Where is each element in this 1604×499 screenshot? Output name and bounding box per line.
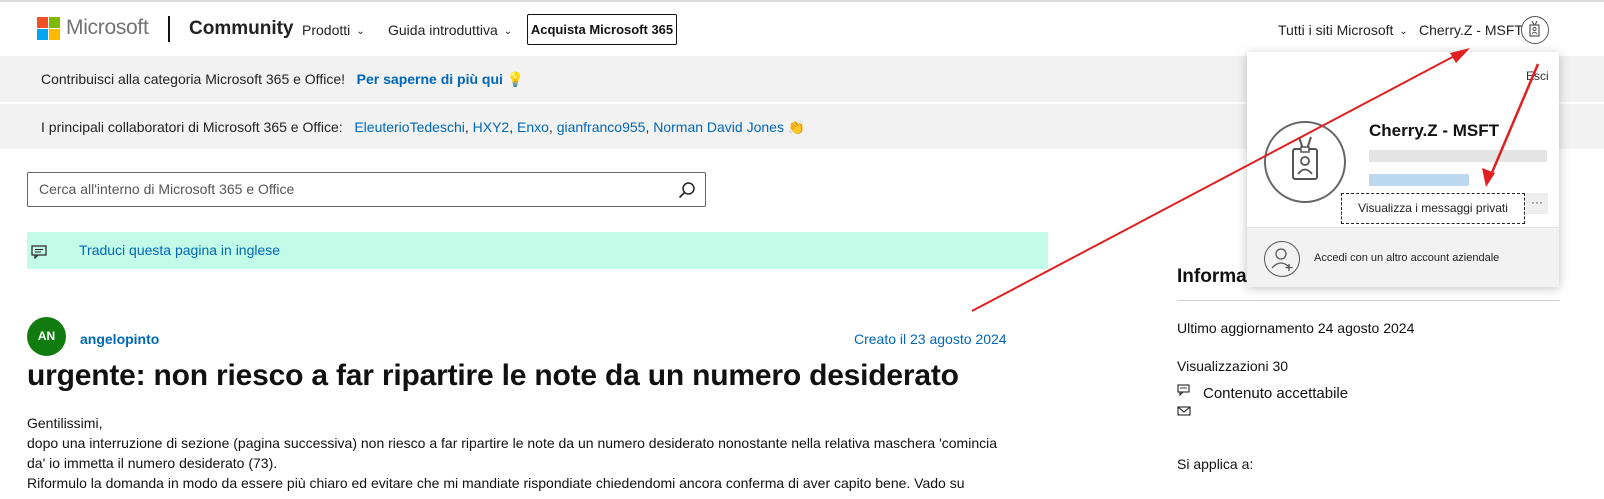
search-box[interactable]	[27, 172, 706, 207]
contributor-link[interactable]: HXY2	[473, 119, 510, 135]
microsoft-logo-icon[interactable]	[37, 17, 60, 40]
report-icon[interactable]	[1177, 384, 1191, 396]
applies-to-label: Si applica a:	[1177, 456, 1254, 472]
account-avatar-icon[interactable]	[1521, 16, 1549, 44]
search-input[interactable]	[37, 180, 661, 198]
contributor-link[interactable]: gianfranco955	[557, 119, 646, 135]
question-body: Gentilissimi, dopo una interruzione di s…	[27, 413, 1047, 493]
created-date: Creato il 23 agosto 2024	[854, 331, 1007, 347]
account-name-link[interactable]: Cherry.Z - MSFT	[1419, 22, 1523, 38]
profile-name: Cherry.Z - MSFT	[1369, 121, 1500, 140]
chevron-down-icon: ⌄	[1399, 26, 1408, 37]
translate-bar: Traduci questa pagina in inglese	[27, 232, 1048, 269]
profile-avatar-icon	[1264, 121, 1346, 203]
site-header: Microsoft Community Prodotti ⌄ Guida intr…	[0, 2, 1604, 56]
body-line: da' io immetta il numero desiderato (73)…	[27, 455, 278, 471]
nav-guide-label: Guida introduttiva	[388, 22, 498, 38]
chevron-down-icon: ⌄	[356, 26, 365, 37]
contributor-separator: ,	[509, 119, 517, 135]
all-sites-label: Tutti i siti Microsoft	[1278, 22, 1394, 38]
brand-name[interactable]: Microsoft	[66, 16, 149, 40]
info-heading: Informa	[1177, 266, 1247, 287]
view-private-messages-button[interactable]: Visualizza i messaggi privati	[1341, 193, 1525, 224]
body-line: Gentilissimi,	[27, 415, 103, 431]
translate-icon	[31, 245, 47, 259]
learn-more-link[interactable]: Per saperne di più qui	[357, 71, 503, 87]
redacted-profile-link[interactable]	[1369, 174, 1469, 186]
lightbulb-icon: 💡	[506, 71, 525, 87]
question-title: urgente: non riesco a far ripartire le n…	[27, 359, 959, 392]
top-contributors-text: I principali collaboratori di Microsoft …	[41, 119, 805, 136]
community-link[interactable]: Community	[189, 18, 294, 40]
sign-out-link[interactable]: Esci	[1526, 69, 1549, 83]
acceptable-content-label: Contenuto accettabile	[1203, 385, 1349, 402]
contributor-link[interactable]: EleuterioTedeschi	[354, 119, 465, 135]
contributor-link[interactable]: Norman David Jones	[653, 119, 784, 135]
nav-products-label: Prodotti	[302, 22, 351, 38]
more-options-button[interactable]: ···	[1526, 193, 1548, 214]
chevron-down-icon: ⌄	[503, 26, 513, 37]
info-divider	[1177, 300, 1560, 301]
account-popup: Esci Cherry.Z - MSFT Visualizza i messag…	[1247, 52, 1559, 287]
last-updated: Ultimo aggiornamento 24 agosto 2024	[1177, 320, 1415, 336]
author-link[interactable]: angelopinto	[80, 331, 159, 347]
contribute-message: Contribuisci alla categoria Microsoft 36…	[41, 71, 345, 87]
contributor-separator: ,	[548, 119, 557, 135]
buy-microsoft365-button[interactable]: Acquista Microsoft 365	[527, 14, 677, 45]
body-line: dopo una interruzione di sezione (pagina…	[27, 435, 998, 451]
clapping-hands-icon: 👏	[787, 119, 806, 135]
author-avatar[interactable]: AN	[27, 317, 66, 356]
translate-link[interactable]: Traduci questa pagina in inglese	[79, 242, 280, 258]
body-line: Riformulo la domanda in modo da essere p…	[27, 475, 965, 491]
search-icon[interactable]	[678, 181, 696, 199]
other-account-section[interactable]: Accedi con un altro account aziendale	[1247, 227, 1559, 287]
redacted-email	[1369, 150, 1547, 162]
all-microsoft-sites-menu[interactable]: Tutti i siti Microsoft ⌄	[1278, 22, 1408, 38]
view-count: Visualizzazioni 30	[1177, 358, 1289, 374]
contribute-text: Contribuisci alla categoria Microsoft 36…	[41, 71, 524, 88]
mail-icon[interactable]	[1177, 405, 1191, 417]
header-divider	[168, 16, 170, 42]
contributor-link[interactable]: Enxo	[517, 119, 549, 135]
contributor-separator: ,	[464, 119, 473, 135]
top-contributors-label: I principali collaboratori di Microsoft …	[41, 119, 343, 135]
nav-products[interactable]: Prodotti ⌄	[302, 22, 365, 38]
other-account-link[interactable]: Accedi con un altro account aziendale	[1314, 252, 1499, 264]
add-account-icon	[1264, 241, 1300, 277]
nav-guide[interactable]: Guida introduttiva ⌄	[388, 22, 512, 38]
